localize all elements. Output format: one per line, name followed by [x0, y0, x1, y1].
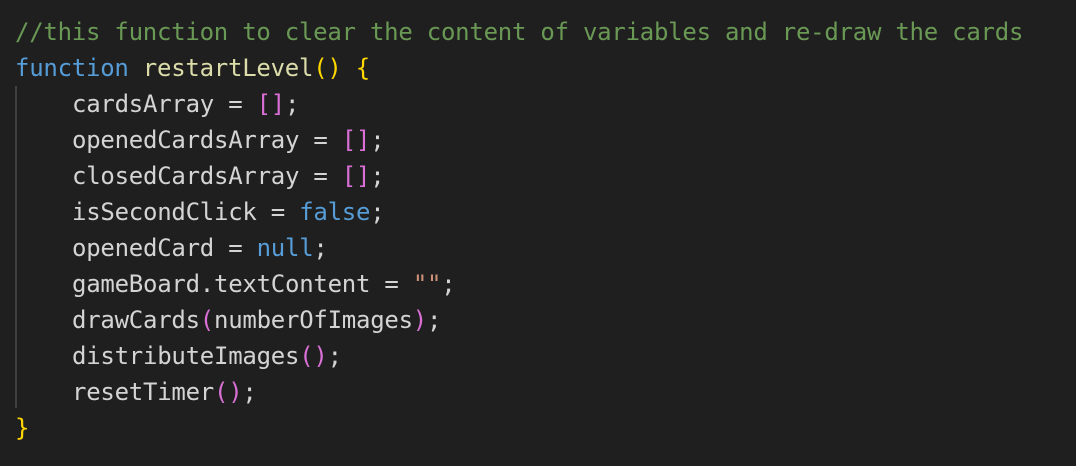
code-token-ident: drawCards — [72, 306, 200, 334]
code-token-punc: ; — [285, 90, 300, 118]
code-token-punc: = — [214, 90, 257, 118]
code-line[interactable]: isSecondClick = false; — [15, 194, 1076, 230]
code-line[interactable]: distributeImages(); — [15, 338, 1076, 374]
code-token-paren2: ( — [199, 306, 214, 334]
code-token-ident: distributeImages — [72, 342, 300, 370]
code-token-literal: false — [299, 198, 371, 226]
code-line[interactable]: openedCard = null; — [15, 230, 1076, 266]
code-token-paren2: [] — [256, 90, 286, 118]
code-token-ident: resetTimer — [72, 378, 214, 406]
code-token-paren2: [] — [341, 162, 371, 190]
code-token-ident: closedCardsArray — [72, 162, 300, 190]
code-token-paren1: } — [15, 414, 30, 442]
code-token-paren2: ) — [412, 306, 427, 334]
code-token-ident: isSecondClick — [72, 198, 257, 226]
code-line[interactable]: cardsArray = []; — [15, 86, 1076, 122]
code-line[interactable]: resetTimer(); — [15, 374, 1076, 410]
code-token-ident: numberOfImages — [214, 306, 413, 334]
code-token-string: "" — [412, 270, 442, 298]
code-token-ident: textContent — [214, 270, 371, 298]
code-token-literal: null — [256, 234, 314, 262]
code-token-punc: ; — [327, 342, 342, 370]
code-token-punc — [342, 54, 356, 82]
code-token-punc: = — [299, 162, 342, 190]
code-token-paren1: () — [313, 54, 342, 82]
code-lines: //this function to clear the content of … — [15, 14, 1076, 446]
code-token-punc — [129, 54, 143, 82]
code-token-ident: gameBoard — [72, 270, 200, 298]
code-line[interactable]: drawCards(numberOfImages); — [15, 302, 1076, 338]
code-token-punc: = — [256, 198, 300, 226]
code-line[interactable]: function restartLevel() { — [15, 50, 1076, 86]
code-token-punc: ; — [313, 234, 328, 262]
code-token-punc: ; — [441, 270, 456, 298]
code-token-punc: ; — [370, 162, 385, 190]
code-token-ident: cardsArray — [72, 90, 214, 118]
code-token-comment: //this function to clear the content of … — [15, 18, 1024, 46]
code-token-punc: ; — [242, 378, 257, 406]
code-token-punc: = — [370, 270, 413, 298]
code-token-punc: . — [199, 270, 214, 298]
code-editor[interactable]: //this function to clear the content of … — [0, 0, 1076, 466]
code-token-paren2: () — [299, 342, 328, 370]
code-token-keyword: function — [15, 54, 129, 82]
code-token-punc: = — [214, 234, 257, 262]
code-token-ident: openedCardsArray — [72, 126, 300, 154]
code-token-paren1: { — [355, 54, 370, 82]
code-line[interactable]: openedCardsArray = []; — [15, 122, 1076, 158]
code-line[interactable]: closedCardsArray = []; — [15, 158, 1076, 194]
code-token-paren2: () — [214, 378, 243, 406]
code-token-paren2: [] — [341, 126, 371, 154]
code-token-ident: openedCard — [72, 234, 214, 262]
code-token-punc: = — [299, 126, 342, 154]
code-token-punc: ; — [370, 198, 385, 226]
code-line[interactable]: gameBoard.textContent = ""; — [15, 266, 1076, 302]
code-line[interactable]: //this function to clear the content of … — [15, 14, 1076, 50]
code-token-punc: ; — [427, 306, 442, 334]
code-line[interactable]: } — [15, 410, 1076, 446]
code-token-punc: ; — [370, 126, 385, 154]
code-token-func: restartLevel — [142, 54, 314, 82]
